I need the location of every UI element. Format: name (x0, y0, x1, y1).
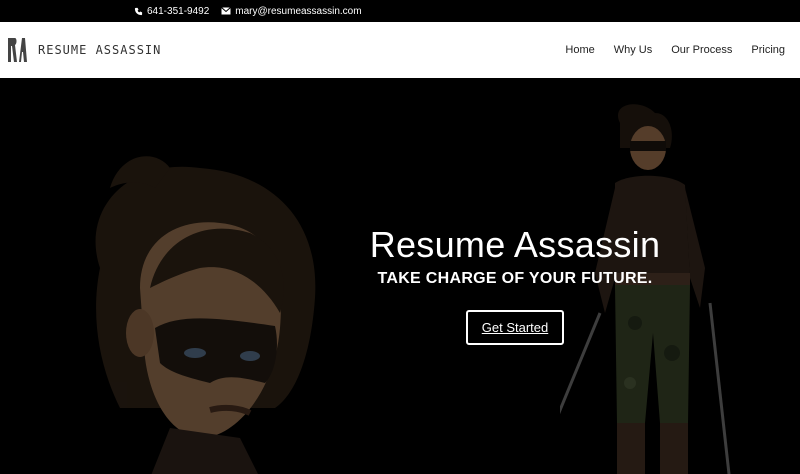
hero-subtitle: TAKE CHARGE OF YOUR FUTURE. (377, 270, 653, 287)
hero-title: Resume Assassin (369, 224, 661, 265)
hero-content: Resume Assassin TAKE CHARGE OF YOUR FUTU… (0, 224, 800, 345)
logo-mark-icon (6, 36, 28, 64)
site-header: RESUME ASSASSIN Home Why Us Our Process … (0, 22, 800, 78)
main-nav: Home Why Us Our Process Pricing (565, 44, 785, 56)
email-address: mary@resumeassassin.com (235, 5, 362, 17)
logo-text: RESUME ASSASSIN (38, 43, 162, 57)
envelope-icon (221, 7, 232, 15)
top-contact-bar: 641-351-9492 mary@resumeassassin.com (0, 0, 800, 22)
nav-pricing[interactable]: Pricing (751, 44, 785, 56)
phone-icon (134, 7, 143, 15)
phone-number: 641-351-9492 (147, 5, 210, 17)
nav-our-process[interactable]: Our Process (671, 44, 732, 56)
hero-section: Resume Assassin TAKE CHARGE OF YOUR FUTU… (0, 78, 800, 474)
nav-why-us[interactable]: Why Us (614, 44, 653, 56)
email-contact[interactable]: mary@resumeassassin.com (221, 5, 362, 17)
logo[interactable]: RESUME ASSASSIN (6, 36, 161, 64)
get-started-button[interactable]: Get Started (465, 310, 565, 345)
nav-home[interactable]: Home (565, 44, 594, 56)
phone-contact[interactable]: 641-351-9492 (134, 6, 209, 17)
